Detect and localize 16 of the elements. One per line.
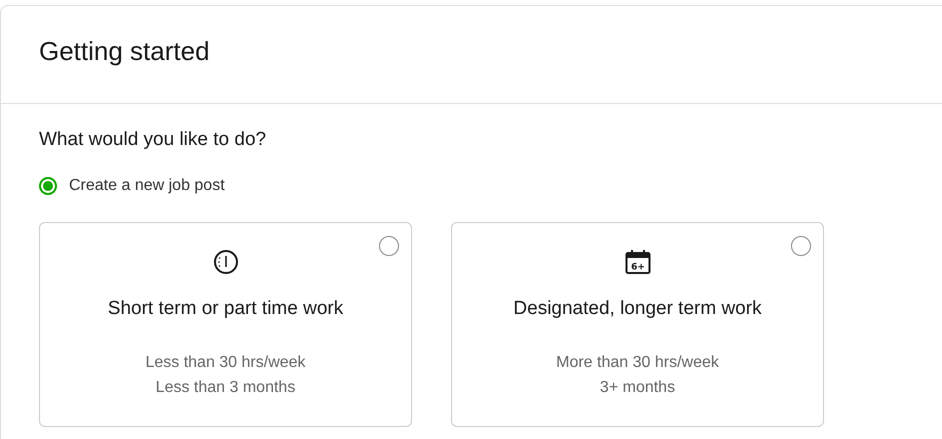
calendar-icon: 6+: [624, 249, 650, 275]
option-card[interactable]: Short term or part time work Less than 30 hrs/week Less than 3 months: [39, 222, 412, 427]
clock-icon: [212, 249, 238, 275]
option-card[interactable]: 6+ Designated, longer term work More than 30 hrs/week 3+ months: [451, 222, 824, 427]
option-detail: 3+ months: [598, 378, 676, 398]
radio-label[interactable]: Create a new job post: [69, 177, 225, 195]
option-title: Designated, longer term work: [513, 298, 762, 320]
option-title: Short term or part time work: [108, 298, 344, 320]
page-title: Getting started: [39, 36, 210, 67]
radio-button[interactable]: [379, 236, 399, 256]
question-heading: What would you like to do?: [39, 129, 268, 151]
option-detail: Less than 30 hrs/week: [145, 353, 306, 373]
option-detail: More than 30 hrs/week: [556, 353, 719, 373]
radio-button[interactable]: [39, 177, 57, 195]
radio-button[interactable]: [791, 236, 811, 256]
option-detail: Less than 3 months: [154, 378, 296, 398]
